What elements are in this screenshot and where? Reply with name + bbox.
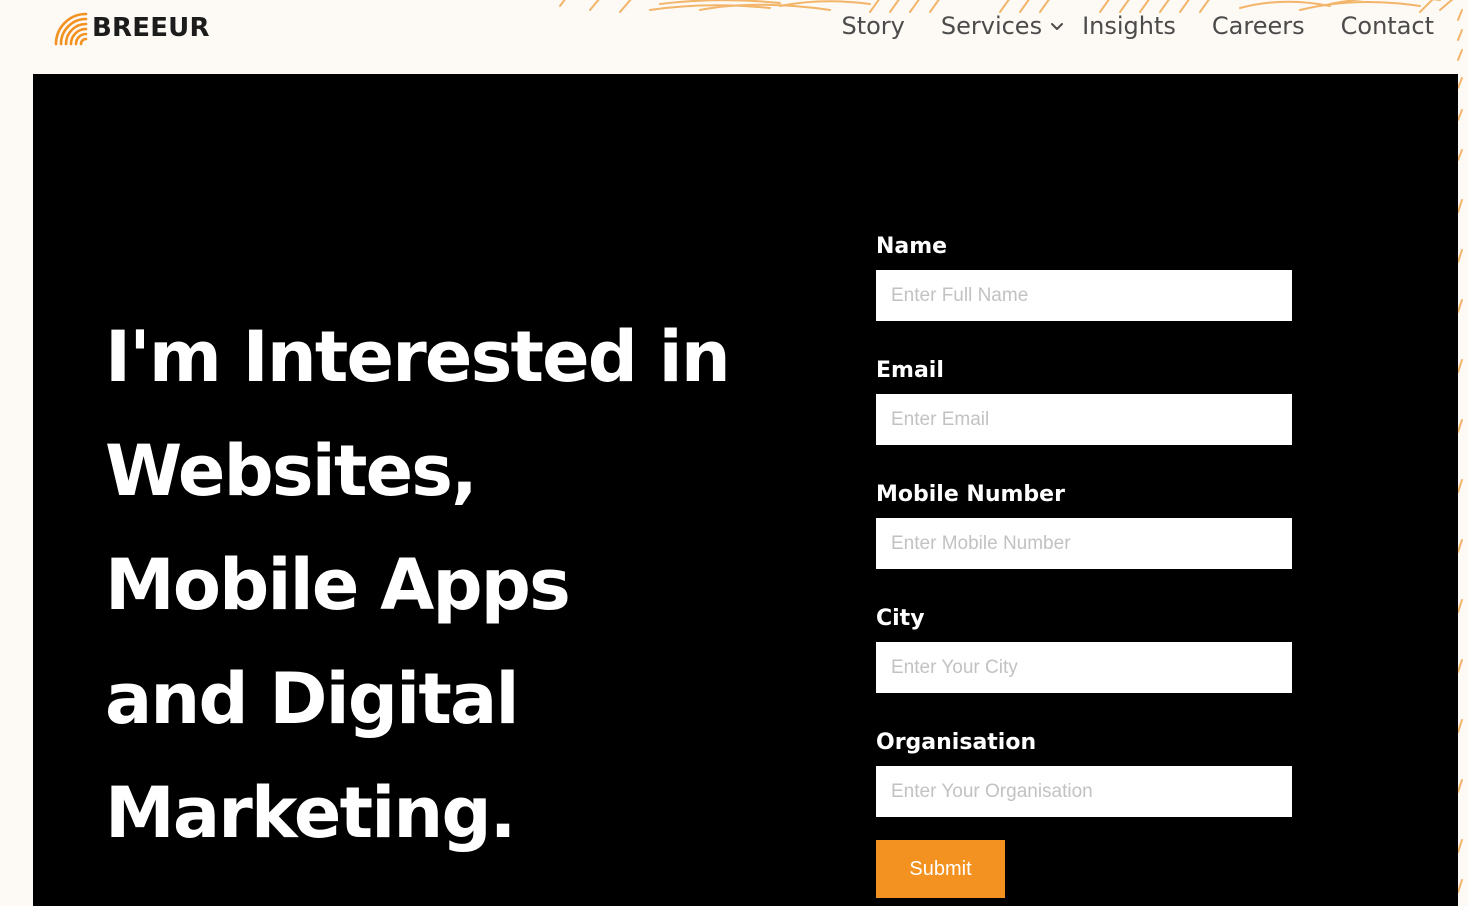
headline-line: Websites, [105, 430, 478, 512]
site-header: BREEUR Story Services Insights Careers C… [0, 0, 1468, 74]
organisation-input[interactable] [876, 766, 1292, 817]
headline-line: I'm Interested in [105, 316, 731, 398]
mobile-number-label: Mobile Number [876, 482, 1065, 507]
form-field-name: Name [876, 232, 1292, 356]
organisation-label: Organisation [876, 730, 1037, 755]
submit-button[interactable]: Submit [876, 840, 1005, 898]
nav-item-label: Contact [1340, 12, 1434, 40]
headline-line: Marketing. [105, 772, 516, 854]
form-field-organisation: Organisation [876, 728, 1292, 840]
chevron-down-icon [1051, 23, 1064, 30]
main-nav: Story Services Insights Careers Contact [805, 8, 1434, 44]
city-label: City [876, 606, 925, 631]
city-input[interactable] [876, 642, 1292, 693]
email-input[interactable] [876, 394, 1292, 445]
nav-item-insights[interactable]: Insights [1082, 12, 1176, 40]
sunrise-stripes-icon [54, 12, 88, 46]
form-field-email: Email [876, 356, 1292, 480]
name-label: Name [876, 234, 948, 259]
name-input[interactable] [876, 270, 1292, 321]
brand-logo[interactable]: BREEUR [52, 10, 210, 46]
form-field-mobile: Mobile Number [876, 480, 1292, 604]
mobile-number-input[interactable] [876, 518, 1292, 569]
contact-form: Name Email Mobile Number City Organisati… [876, 232, 1292, 898]
brand-name: BREEUR [92, 13, 210, 43]
nav-item-contact[interactable]: Contact [1341, 12, 1434, 40]
nav-item-label: Careers [1211, 12, 1305, 40]
headline-line: Mobile Apps [105, 544, 571, 626]
hero-section: I'm Interested in Websites, Mobile Apps … [33, 74, 1458, 906]
nav-item-services[interactable]: Services [941, 12, 1066, 40]
nav-item-label: Insights [1082, 12, 1176, 40]
hero-headline: I'm Interested in Websites, Mobile Apps … [105, 300, 805, 870]
nav-item-label: Story [841, 12, 905, 40]
nav-item-careers[interactable]: Careers [1212, 12, 1305, 40]
headline-line: and Digital [105, 658, 519, 740]
nav-item-story[interactable]: Story [841, 12, 904, 40]
nav-item-label: Services [940, 12, 1043, 40]
form-field-city: City [876, 604, 1292, 728]
email-label: Email [876, 358, 944, 383]
